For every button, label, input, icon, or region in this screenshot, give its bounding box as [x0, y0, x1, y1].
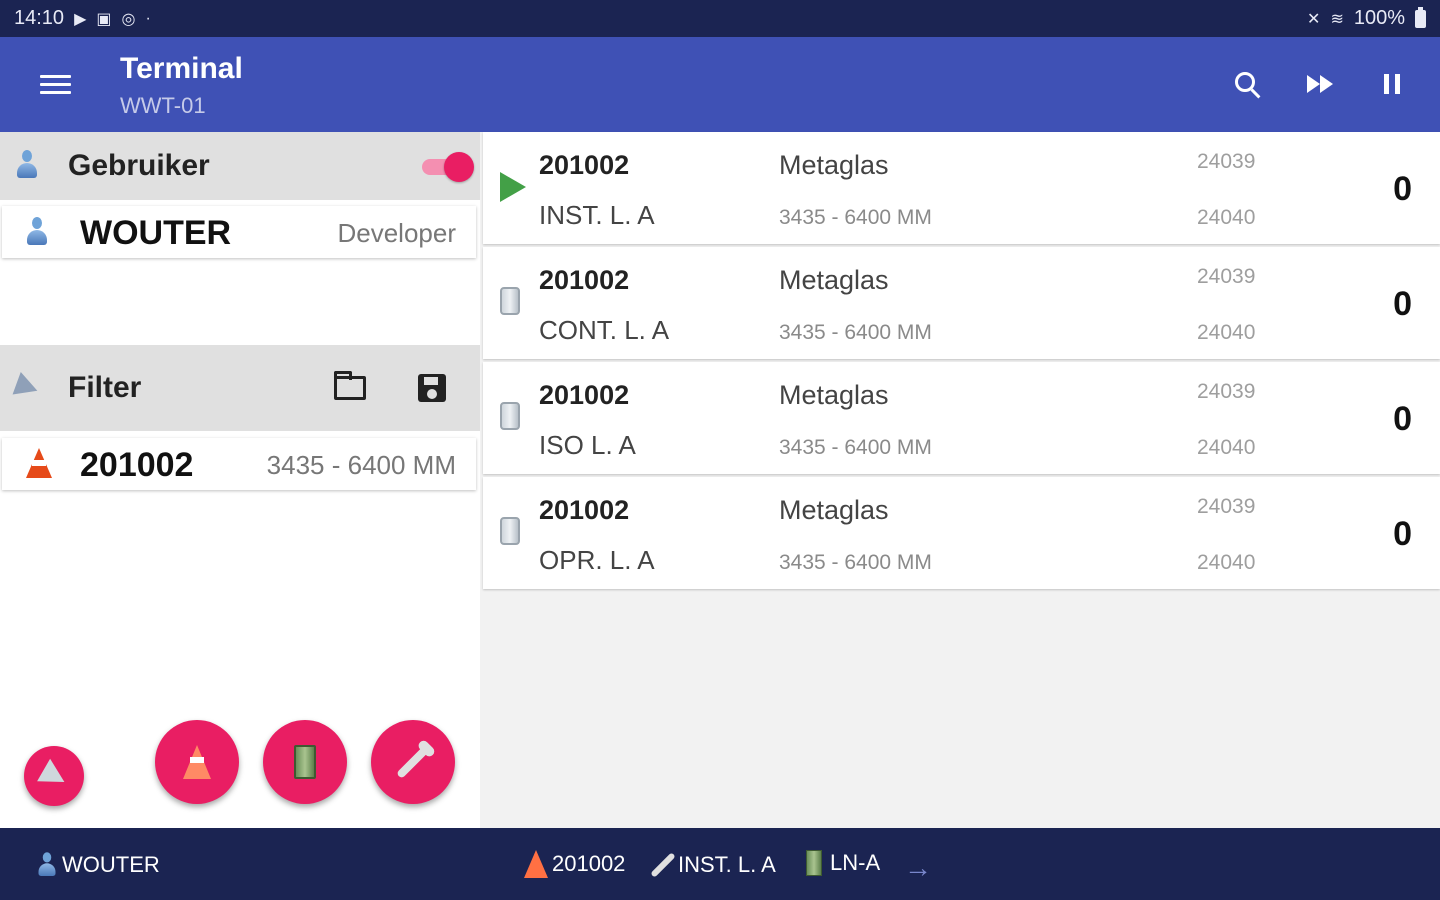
user-name: WOUTER [80, 214, 232, 252]
bottom-user[interactable]: WOUTER [36, 850, 160, 880]
reference-end: 24040 [1197, 436, 1256, 459]
user-icon [16, 150, 38, 180]
dimensions: 3435 - 6400 MM [779, 206, 932, 229]
wifi-icon: ≋ [1330, 10, 1344, 28]
can-icon [500, 287, 520, 315]
user-section-header: Gebruiker [0, 132, 480, 200]
order-button[interactable] [155, 720, 239, 804]
more-notifications-icon: · [145, 9, 151, 27]
reference-start: 24039 [1197, 495, 1256, 518]
image-notification-icon: ▣ [96, 10, 112, 28]
folder-icon[interactable] [334, 371, 366, 400]
list-item[interactable]: 201002 INST. L. A Metaglas 3435 - 6400 M… [483, 132, 1440, 244]
wrench-icon [396, 745, 430, 779]
battery-level: 100% [1353, 7, 1405, 29]
customer-name: Metaglas [779, 495, 889, 525]
arrow-right-icon[interactable]: → [904, 852, 932, 884]
reference-end: 24040 [1197, 206, 1256, 229]
operation-name: ISO L. A [539, 430, 636, 460]
wrench-icon [650, 852, 676, 878]
bottom-order[interactable]: 201002 [524, 850, 625, 878]
funnel-icon [37, 758, 71, 794]
cone-icon [183, 745, 211, 779]
operation-name: CONT. L. A [539, 315, 670, 345]
order-code: 201002 [539, 495, 630, 525]
fast-forward-icon[interactable] [1303, 67, 1337, 101]
app-bar: Terminal WWT-01 [0, 37, 1440, 132]
count: 0 [1393, 285, 1412, 323]
user-card[interactable]: WOUTER Developer [2, 206, 476, 258]
reference-start: 24039 [1197, 265, 1256, 288]
dimensions: 3435 - 6400 MM [779, 321, 932, 344]
cone-icon [26, 448, 52, 478]
bottom-order-code: 201002 [552, 851, 626, 876]
filter-detail: 3435 - 6400 MM [266, 450, 456, 480]
order-code: 201002 [539, 380, 630, 410]
filter-section-header: Filter [0, 345, 480, 431]
at-notification-icon: ◎ [121, 10, 136, 28]
hamburger-menu-icon[interactable] [40, 75, 71, 95]
status-time: 14:10 [14, 7, 65, 29]
list-item[interactable]: 201002 CONT. L. A Metaglas 3435 - 6400 M… [483, 247, 1440, 359]
operations-list: 201002 INST. L. A Metaglas 3435 - 6400 M… [480, 132, 1440, 828]
filter-section-label: Filter [68, 371, 142, 404]
user-toggle[interactable] [422, 152, 474, 182]
count: 0 [1393, 400, 1412, 438]
app-title: Terminal [120, 52, 243, 85]
bottom-operation[interactable]: INST. L. A [650, 850, 776, 880]
reference-end: 24040 [1197, 321, 1256, 344]
save-icon[interactable] [418, 374, 446, 402]
add-filter-button[interactable] [24, 746, 84, 806]
bottom-machine[interactable]: LN-A [806, 850, 880, 876]
app-subtitle: WWT-01 [120, 93, 206, 118]
count: 0 [1393, 170, 1412, 208]
operation-name: INST. L. A [539, 200, 655, 230]
status-bar: 14:10 ▶ ▣ ◎ · ✕ ≋ 100% [0, 0, 1440, 37]
filter-card[interactable]: 201002 3435 - 6400 MM [2, 438, 476, 490]
user-role: Developer [337, 218, 456, 248]
customer-name: Metaglas [779, 265, 889, 295]
bottom-operation-name: INST. L. A [678, 852, 776, 877]
battery-icon [1415, 6, 1426, 28]
pause-icon[interactable] [1375, 67, 1409, 101]
bottom-bar: WOUTER 201002 INST. L. A LN-A → [0, 828, 1440, 900]
customer-name: Metaglas [779, 380, 889, 410]
list-item[interactable]: 201002 OPR. L. A Metaglas 3435 - 6400 MM… [483, 477, 1440, 589]
reference-end: 24040 [1197, 551, 1256, 574]
machine-icon [806, 850, 822, 876]
user-section-label: Gebruiker [68, 149, 210, 182]
search-icon[interactable] [1230, 67, 1264, 101]
dimensions: 3435 - 6400 MM [779, 436, 932, 459]
play-notification-icon: ▶ [74, 10, 87, 28]
order-code: 201002 [539, 150, 630, 180]
filter-value: 201002 [80, 446, 194, 484]
order-code: 201002 [539, 265, 630, 295]
operation-name: OPR. L. A [539, 545, 655, 575]
status-left: 14:10 ▶ ▣ ◎ · [14, 7, 151, 30]
machine-icon [294, 745, 316, 779]
bottom-user-name: WOUTER [62, 852, 160, 877]
funnel-icon [14, 373, 44, 403]
user-icon [26, 217, 48, 247]
play-icon [500, 172, 526, 202]
bottom-machine-name: LN-A [830, 850, 881, 875]
can-icon [500, 402, 520, 430]
operation-button[interactable] [371, 720, 455, 804]
list-item[interactable]: 201002 ISO L. A Metaglas 3435 - 6400 MM … [483, 362, 1440, 474]
reference-start: 24039 [1197, 150, 1256, 173]
mute-icon: ✕ [1307, 10, 1321, 28]
can-icon [500, 517, 520, 545]
machine-button[interactable] [263, 720, 347, 804]
cone-icon [524, 850, 548, 878]
reference-start: 24039 [1197, 380, 1256, 403]
dimensions: 3435 - 6400 MM [779, 551, 932, 574]
status-right: ✕ ≋ 100% [1307, 6, 1426, 30]
user-icon [38, 852, 57, 878]
customer-name: Metaglas [779, 150, 889, 180]
count: 0 [1393, 515, 1412, 553]
